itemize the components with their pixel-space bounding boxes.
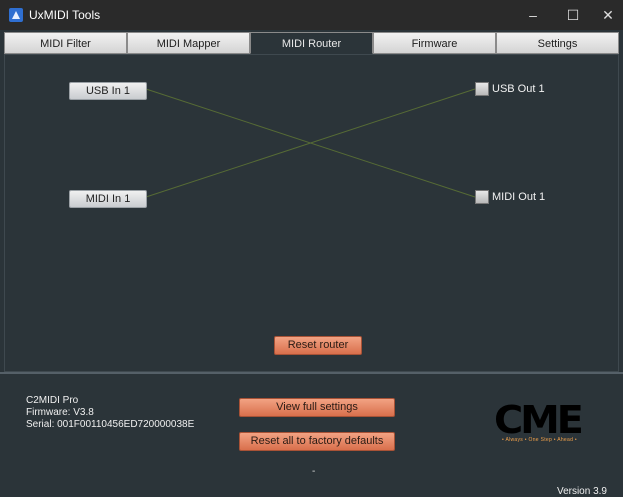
app-icon — [9, 8, 23, 22]
status-text: - — [312, 466, 316, 477]
tab-settings[interactable]: Settings — [496, 32, 619, 54]
tab-midi-filter[interactable]: MIDI Filter — [4, 32, 127, 54]
device-name: C2MIDI Pro — [26, 395, 79, 406]
title-bar: UxMIDI Tools – ☐ ✕ — [0, 0, 623, 30]
midi-in-1-button[interactable]: MIDI In 1 — [69, 190, 147, 208]
maximize-button[interactable]: ☐ — [555, 0, 591, 30]
usb-out-1-label: USB Out 1 — [492, 83, 545, 95]
device-info: C2MIDI Pro Firmware: V3.8 Serial: 001F00… — [26, 395, 194, 431]
midi-out-1-checkbox[interactable] — [475, 190, 489, 204]
router-panel: USB In 1 MIDI In 1 USB Out 1 MIDI Out 1 … — [4, 54, 619, 372]
tab-firmware[interactable]: Firmware — [373, 32, 496, 54]
close-button[interactable]: ✕ — [590, 0, 623, 30]
logo-text: CME — [494, 398, 584, 442]
usb-in-1-button[interactable]: USB In 1 — [69, 82, 147, 100]
tab-midi-router[interactable]: MIDI Router — [250, 32, 373, 54]
window-title: UxMIDI Tools — [29, 8, 101, 22]
minimize-button[interactable]: – — [515, 0, 551, 30]
tab-midi-mapper[interactable]: MIDI Mapper — [127, 32, 250, 54]
device-footer: C2MIDI Pro Firmware: V3.8 Serial: 001F00… — [0, 372, 623, 497]
serial-number: Serial: 001F00110456ED720000038E — [26, 419, 195, 430]
logo-tagline: • Always • One Step • Ahead • — [502, 437, 577, 443]
midi-out-1-label: MIDI Out 1 — [492, 191, 546, 203]
factory-reset-button[interactable]: Reset all to factory defaults — [239, 432, 395, 451]
usb-out-1-checkbox[interactable] — [475, 82, 489, 96]
route-lines — [145, 88, 476, 198]
version-label: Version 3.9 — [556, 486, 607, 497]
view-full-settings-button[interactable]: View full settings — [239, 398, 395, 417]
firmware-version: Firmware: V3.8 — [26, 407, 94, 418]
tab-bar: MIDI Filter MIDI Mapper MIDI Router Firm… — [4, 32, 619, 54]
cme-logo: CME • Always • One Step • Ahead • — [494, 398, 612, 448]
reset-router-button[interactable]: Reset router — [274, 336, 362, 355]
